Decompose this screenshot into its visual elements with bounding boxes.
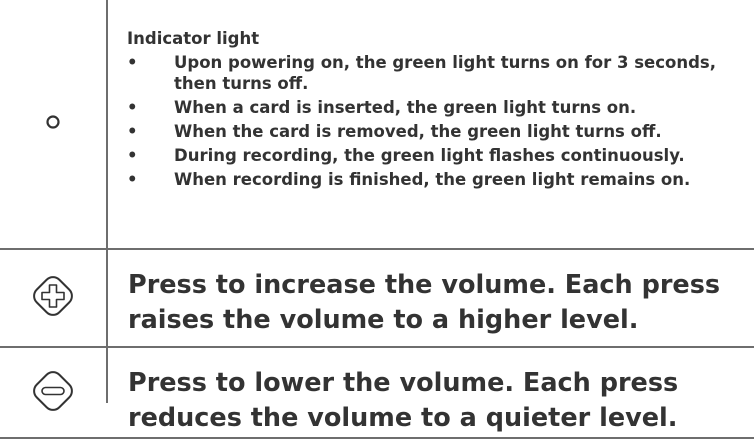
bullet-icon: • [127,98,138,117]
column-divider-top [106,0,108,249]
row-divider-2 [0,346,754,348]
volume-up-description: Press to increase the volume. Each press… [128,270,721,335]
list-item: • When the card is removed, the green li… [127,121,737,142]
bullet-icon: • [127,53,138,72]
bullet-text: When recording is finished, the green li… [174,170,691,189]
volume-up-plus-icon [23,266,83,330]
list-item: • When a card is inserted, the green lig… [127,97,737,118]
indicator-bullet-list: • Upon powering on, the green light turn… [127,52,737,190]
column-divider-bottom [106,348,108,403]
indicator-light-icon [45,114,61,134]
volume-up-icon-cell [0,250,106,346]
bullet-text: When the card is removed, the green ligh… [174,122,662,141]
bullet-icon: • [127,146,138,165]
instruction-table: Indicator light • Upon powering on, the … [0,0,754,446]
list-item: • Upon powering on, the green light turn… [127,52,737,94]
bullet-text: During recording, the green light flashe… [174,146,685,165]
bullet-icon: • [127,122,138,141]
indicator-title: Indicator light [127,29,260,48]
bullet-text: Upon powering on, the green light turns … [174,53,717,93]
column-divider-middle [106,250,108,347]
list-item: • During recording, the green light flas… [127,145,737,166]
bullet-text: When a card is inserted, the green light… [174,98,637,117]
bullet-icon: • [127,170,138,189]
indicator-description: Indicator light • Upon powering on, the … [127,28,737,193]
row-divider-3 [0,437,754,439]
volume-down-minus-icon [23,361,83,425]
row-divider-1 [0,248,754,250]
volume-down-description: Press to lower the volume. Each press re… [128,368,679,433]
volume-down-icon-cell [0,348,106,437]
list-item: • When recording is finished, the green … [127,169,737,190]
indicator-icon-cell [0,0,106,248]
